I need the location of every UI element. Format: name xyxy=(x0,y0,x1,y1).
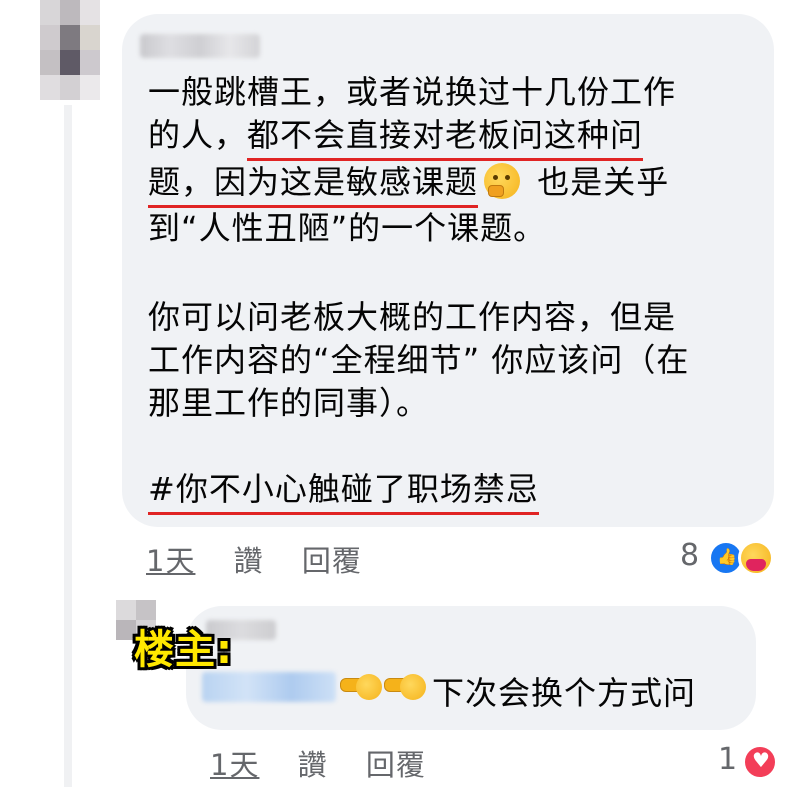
like-button[interactable]: 讚 xyxy=(298,748,328,782)
reaction-count: 8 xyxy=(680,538,700,573)
comment-line-6: 工作内容的“全程细节” 你应该问（在 xyxy=(148,341,690,379)
thread-line xyxy=(64,105,72,787)
reply-actions: 1天 讚 回覆 xyxy=(210,742,426,784)
reply-button[interactable]: 回覆 xyxy=(366,748,426,782)
comment-line-7: 那里工作的同事）。 xyxy=(148,384,430,422)
comment-actions: 1天 讚 回覆 xyxy=(146,538,362,580)
pointing-face-icon xyxy=(384,668,426,708)
hashtag-link[interactable]: #你不小心触碰了职场禁忌 xyxy=(148,468,539,515)
reply-button[interactable]: 回覆 xyxy=(302,544,362,578)
op-label: 楼主: xyxy=(134,627,233,673)
like-button[interactable]: 讚 xyxy=(234,544,264,578)
hashtag-line: #你不小心触碰了职场禁忌 xyxy=(148,468,758,515)
avatar[interactable] xyxy=(40,0,100,100)
thinking-face-icon xyxy=(484,163,521,199)
reaction-count: 1 xyxy=(718,742,738,777)
comment-timestamp[interactable]: 1天 xyxy=(146,544,195,578)
comment-line-4: 到“人性丑陋”的一个课题。 xyxy=(148,209,547,247)
mentioned-user[interactable] xyxy=(202,672,336,702)
comment-line-3b: 也是关乎 xyxy=(526,163,670,201)
comment-line-5: 你可以问老板大概的工作内容，但是 xyxy=(148,298,677,336)
care-reaction-icon xyxy=(738,540,774,576)
comment-line-2a: 的人， xyxy=(148,116,248,154)
comment-line-2: 的人，都不会直接对老板问这种问 xyxy=(148,114,758,161)
commenter-name[interactable] xyxy=(140,34,260,58)
reply-text: 下次会换个方式问 xyxy=(432,674,697,712)
comment-line-3: 题，因为这是敏感课题 也是关乎 xyxy=(148,161,758,208)
underlined-phrase: 题，因为这是敏感课题 xyxy=(148,161,479,208)
pointing-face-icon xyxy=(340,668,382,708)
reply-timestamp[interactable]: 1天 xyxy=(210,748,259,782)
comment-line-1: 一般跳槽王，或者说换过十几份工作 xyxy=(148,73,677,111)
love-reaction-icon xyxy=(742,744,778,780)
reply-reaction-summary[interactable]: 1 xyxy=(718,742,788,782)
underlined-phrase: 都不会直接对老板问这种问 xyxy=(247,114,644,161)
